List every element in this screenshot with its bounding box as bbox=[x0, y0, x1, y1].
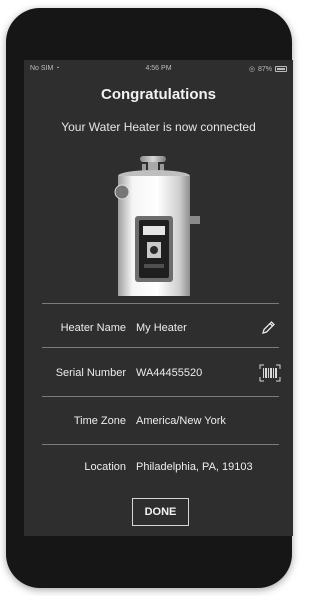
heater-name-label: Heater Name bbox=[60, 322, 126, 334]
divider-2 bbox=[42, 396, 279, 397]
location-value: Philadelphia, PA, 19103 bbox=[136, 461, 253, 473]
divider-top bbox=[42, 303, 279, 304]
location-row: Location Philadelphia, PA, 19103 bbox=[24, 461, 293, 483]
page-title: Congratulations bbox=[101, 86, 216, 103]
battery-label: 87% bbox=[257, 65, 272, 73]
time-zone-value: America/New York bbox=[136, 415, 226, 427]
time-zone-row: Time Zone America/New York bbox=[24, 415, 293, 437]
barcode-icon[interactable] bbox=[259, 364, 281, 382]
status-bar: No SIM ◔ 4:56 PM ◎ 87% bbox=[24, 65, 293, 77]
water-heater-image bbox=[102, 156, 206, 296]
location-icon: ◎ bbox=[248, 66, 255, 73]
heater-name-value: My Heater bbox=[136, 322, 187, 334]
status-right: ◎ 87% bbox=[249, 65, 287, 73]
connection-message: Your Water Heater is now connected bbox=[61, 120, 256, 134]
serial-number-value: WA44455520 bbox=[136, 367, 203, 379]
phone-frame: No SIM ◔ 4:56 PM ◎ 87% Congratulations Y… bbox=[6, 8, 293, 588]
heater-name-row[interactable]: Heater Name My Heater bbox=[24, 319, 293, 344]
app-screen: No SIM ◔ 4:56 PM ◎ 87% Congratulations Y… bbox=[24, 60, 293, 536]
divider-3 bbox=[42, 444, 279, 445]
serial-number-label: Serial Number bbox=[55, 367, 126, 379]
divider-1 bbox=[42, 347, 279, 348]
battery-icon bbox=[275, 66, 287, 72]
pencil-icon[interactable] bbox=[259, 319, 277, 337]
done-button[interactable]: DONE bbox=[132, 498, 189, 526]
location-label: Location bbox=[84, 461, 126, 473]
serial-number-row[interactable]: Serial Number WA44455520 bbox=[24, 364, 293, 389]
time-zone-label: Time Zone bbox=[73, 415, 126, 427]
